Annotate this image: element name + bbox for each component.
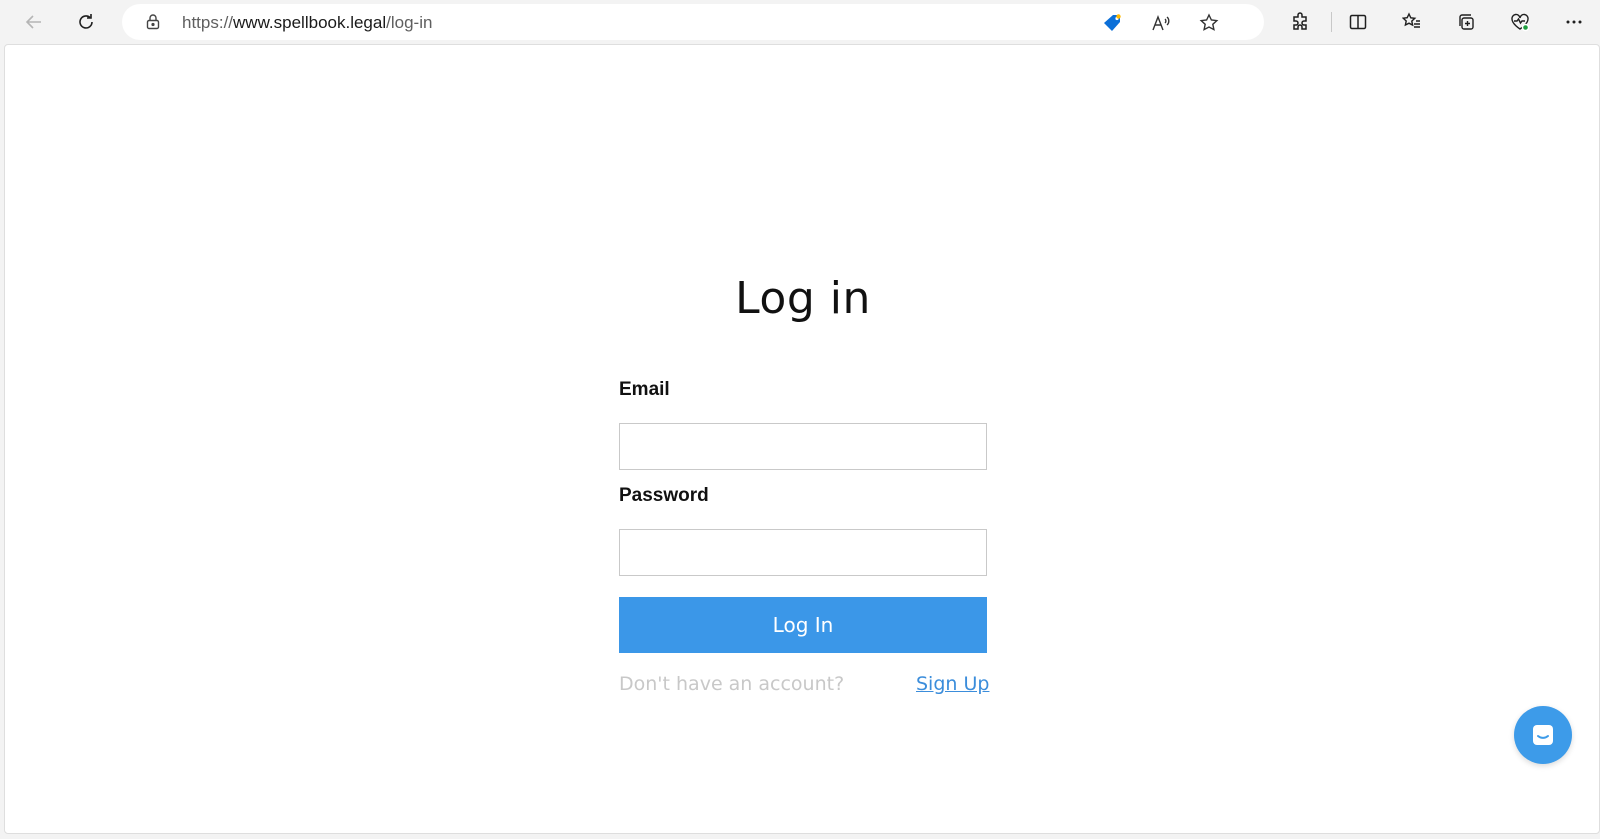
tag-icon[interactable] <box>1100 10 1126 36</box>
favorites-list-icon[interactable] <box>1396 6 1428 38</box>
browser-toolbar: https://www.spellbook.legal/log-in <box>0 0 1600 44</box>
read-aloud-icon[interactable] <box>1148 10 1174 36</box>
window-bottom-edge <box>0 834 1600 839</box>
email-label: Email <box>619 379 670 400</box>
toolbar-divider <box>1331 12 1332 32</box>
more-icon[interactable] <box>1558 6 1590 38</box>
page-title: Log in <box>735 273 871 324</box>
signup-link[interactable]: Sign Up <box>916 673 989 695</box>
url-path: /log-in <box>386 13 433 32</box>
split-screen-icon[interactable] <box>1342 6 1374 38</box>
page-viewport: Log in Email Password Log In Don't have … <box>4 44 1600 834</box>
url-host: www.spellbook.legal <box>233 13 387 32</box>
email-field[interactable] <box>619 423 987 470</box>
address-bar[interactable]: https://www.spellbook.legal/log-in <box>122 4 1264 40</box>
collections-icon[interactable] <box>1450 6 1482 38</box>
url-text[interactable]: https://www.spellbook.legal/log-in <box>182 13 432 33</box>
back-icon[interactable] <box>18 6 50 38</box>
favorite-star-icon[interactable] <box>1196 10 1222 36</box>
extensions-icon[interactable] <box>1284 6 1316 38</box>
password-label: Password <box>619 485 709 506</box>
login-button[interactable]: Log In <box>619 597 987 653</box>
chat-widget-button[interactable] <box>1514 706 1572 764</box>
url-scheme: https:// <box>182 13 234 32</box>
password-field[interactable] <box>619 529 987 576</box>
chat-icon <box>1533 725 1553 745</box>
lock-icon[interactable] <box>144 13 162 31</box>
browser-essentials-icon[interactable] <box>1504 6 1536 38</box>
no-account-prompt: Don't have an account? <box>619 673 845 695</box>
refresh-icon[interactable] <box>70 6 102 38</box>
